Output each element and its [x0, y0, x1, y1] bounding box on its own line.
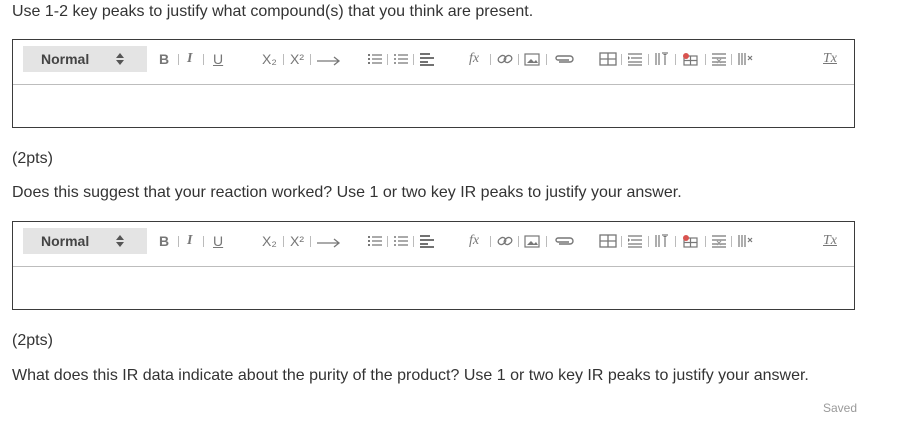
table-icon[interactable]: [599, 48, 617, 70]
align-icon[interactable]: [419, 48, 435, 70]
numbered-list-icon[interactable]: [367, 48, 383, 70]
link-icon[interactable]: [497, 230, 513, 252]
link-icon[interactable]: [497, 48, 513, 70]
saved-status: Saved: [822, 401, 857, 415]
format-select[interactable]: Normal: [23, 228, 147, 254]
clear-format-icon: Tx: [823, 233, 837, 248]
editor-toolbar: Normal B I U X₂ X² fx Tx: [13, 40, 854, 85]
formula-button[interactable]: fx: [469, 230, 479, 252]
question-3-points: (2pts): [12, 332, 53, 349]
editor-content[interactable]: [13, 267, 854, 309]
sort-arrows-icon: [116, 51, 124, 67]
answer-editor-2[interactable]: Normal B I U X₂ X² fx Tx: [12, 221, 855, 310]
subscript-button[interactable]: X₂: [262, 48, 277, 70]
question-2-points: (2pts): [12, 150, 53, 167]
delete-row-icon[interactable]: [711, 48, 727, 70]
clear-format-icon: Tx: [823, 51, 837, 66]
answer-editor-1[interactable]: Normal B I U X₂ X² fx Tx: [12, 39, 855, 128]
subscript-button[interactable]: X₂: [262, 230, 277, 252]
question-3-prompt: What does this IR data indicate about th…: [12, 367, 809, 384]
underline-button[interactable]: U: [213, 48, 223, 70]
underline-button[interactable]: U: [213, 230, 223, 252]
insert-row-icon[interactable]: [627, 230, 643, 252]
question-1-prompt: Use 1-2 key peaks to justify what compou…: [12, 3, 534, 20]
arrow-right-icon[interactable]: [316, 48, 342, 70]
format-select-value: Normal: [41, 51, 90, 67]
delete-column-icon[interactable]: [737, 48, 753, 70]
delete-table-icon[interactable]: [681, 48, 699, 70]
bold-button[interactable]: B: [159, 48, 169, 70]
attachment-icon[interactable]: [553, 230, 575, 252]
insert-column-icon[interactable]: [654, 230, 670, 252]
image-icon[interactable]: [524, 230, 540, 252]
italic-button[interactable]: I: [187, 48, 192, 70]
insert-row-icon[interactable]: [627, 48, 643, 70]
superscript-button[interactable]: X²: [290, 230, 304, 252]
table-icon[interactable]: [599, 230, 617, 252]
delete-table-icon[interactable]: [681, 230, 699, 252]
format-select-value: Normal: [41, 233, 90, 249]
numbered-list-icon[interactable]: [367, 230, 383, 252]
clear-format-button[interactable]: Tx: [823, 48, 837, 70]
bulleted-list-icon[interactable]: [393, 48, 409, 70]
clear-format-button[interactable]: Tx: [823, 230, 837, 252]
align-icon[interactable]: [419, 230, 435, 252]
formula-button[interactable]: fx: [469, 48, 479, 70]
superscript-button[interactable]: X²: [290, 48, 304, 70]
question-2-prompt: Does this suggest that your reaction wor…: [12, 184, 682, 201]
italic-button[interactable]: I: [187, 230, 192, 252]
editor-toolbar: Normal B I U X₂ X² fx Tx: [13, 222, 854, 267]
attachment-icon[interactable]: [553, 48, 575, 70]
image-icon[interactable]: [524, 48, 540, 70]
format-select[interactable]: Normal: [23, 46, 147, 72]
bold-button[interactable]: B: [159, 230, 169, 252]
bulleted-list-icon[interactable]: [393, 230, 409, 252]
arrow-right-icon[interactable]: [316, 230, 342, 252]
delete-row-icon[interactable]: [711, 230, 727, 252]
insert-column-icon[interactable]: [654, 48, 670, 70]
delete-column-icon[interactable]: [737, 230, 753, 252]
editor-content[interactable]: [13, 85, 854, 127]
sort-arrows-icon: [116, 233, 124, 249]
